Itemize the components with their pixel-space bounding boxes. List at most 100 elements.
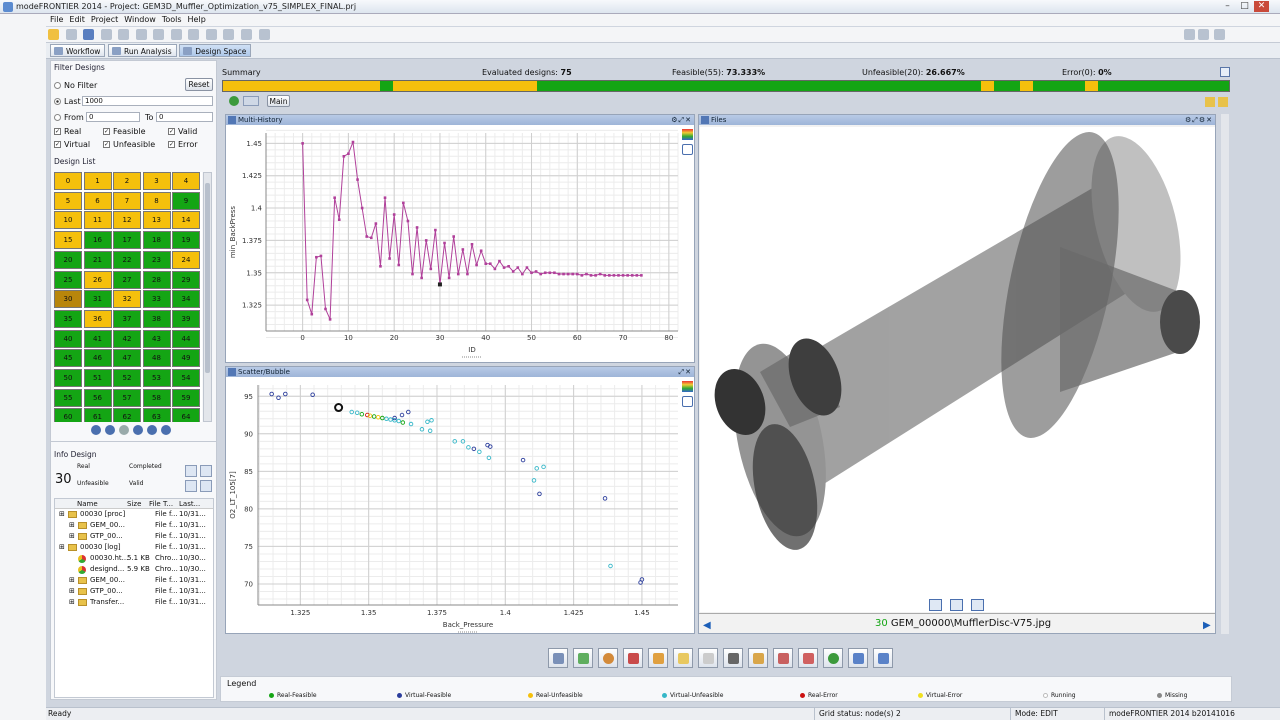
design-cell[interactable]: 36 bbox=[83, 309, 112, 328]
design-cell[interactable]: 38 bbox=[142, 309, 171, 328]
minimize-icon[interactable]: – bbox=[1220, 1, 1235, 12]
check-real[interactable]: ✓ Real bbox=[54, 127, 81, 136]
copy-icon[interactable] bbox=[170, 29, 182, 40]
expand-icon[interactable]: ⊞ bbox=[69, 597, 75, 608]
image-chart-button[interactable] bbox=[723, 648, 743, 668]
tree-row[interactable]: ⊞ 00030 [log] File f... 10/31... bbox=[55, 542, 213, 553]
run-icon[interactable] bbox=[1184, 29, 1195, 40]
design-cell[interactable]: 61 bbox=[83, 408, 112, 422]
expand-icon[interactable]: ⊞ bbox=[69, 531, 75, 542]
design-cell[interactable]: 0 bbox=[54, 172, 82, 190]
design-cell[interactable]: 17 bbox=[113, 231, 141, 250]
design-cell[interactable]: 6 bbox=[83, 191, 112, 210]
design-cell[interactable]: 32 bbox=[113, 290, 141, 309]
import-icon[interactable] bbox=[258, 29, 270, 40]
new-icon[interactable] bbox=[48, 29, 59, 40]
checkbox-valid[interactable]: ✓ bbox=[168, 128, 175, 135]
maximize-icon[interactable]: □ bbox=[1237, 1, 1252, 12]
check-error[interactable]: ✓ Error bbox=[168, 140, 198, 149]
design-cell[interactable]: 25 bbox=[54, 270, 82, 289]
design-cell[interactable]: 45 bbox=[54, 349, 82, 368]
design-cell[interactable]: 1 bbox=[83, 172, 112, 190]
col-last[interactable]: Last... bbox=[179, 500, 200, 508]
col-filetype[interactable]: File T... bbox=[149, 500, 173, 508]
design-cell[interactable]: 29 bbox=[172, 270, 200, 289]
design-cell[interactable]: 51 bbox=[83, 369, 112, 387]
main-tab[interactable]: Main bbox=[267, 95, 290, 107]
table-view-icon[interactable] bbox=[185, 465, 197, 477]
design-cell[interactable]: 62 bbox=[113, 408, 141, 422]
design-list-scrollbar[interactable] bbox=[203, 172, 212, 422]
design-cell[interactable]: 24 bbox=[172, 250, 200, 269]
design-cell[interactable]: 3 bbox=[142, 172, 171, 190]
design-cell[interactable]: 11 bbox=[83, 211, 112, 230]
save-all-icon[interactable] bbox=[100, 29, 112, 40]
table-chart-button[interactable] bbox=[748, 648, 768, 668]
tree-row[interactable]: designd... 5.9 KB Chro... 10/30... bbox=[55, 564, 213, 575]
tab-run-analysis[interactable]: Run Analysis bbox=[108, 44, 177, 57]
design-cell[interactable]: 27 bbox=[113, 270, 141, 289]
export-icon[interactable] bbox=[241, 29, 253, 40]
design-cell[interactable]: 23 bbox=[142, 250, 171, 269]
col-name[interactable]: Name bbox=[77, 500, 98, 508]
reset-button[interactable]: Reset bbox=[185, 78, 213, 91]
pie-chart-button[interactable] bbox=[598, 648, 618, 668]
design-cell[interactable]: 15 bbox=[54, 231, 82, 250]
close-icon[interactable]: ✕ bbox=[1254, 1, 1269, 12]
design-cell[interactable]: 40 bbox=[54, 329, 82, 348]
open-icon[interactable] bbox=[65, 29, 77, 40]
design-cell[interactable]: 35 bbox=[54, 309, 82, 328]
design-cell[interactable]: 13 bbox=[142, 211, 171, 230]
expand-icon[interactable]: ⊞ bbox=[69, 575, 75, 586]
image-fit-icon[interactable] bbox=[971, 599, 984, 611]
design-cell[interactable]: 44 bbox=[172, 329, 200, 348]
from-option[interactable]: From bbox=[54, 113, 84, 122]
table-view-button[interactable] bbox=[873, 648, 893, 668]
tree-row[interactable]: 00030.ht... 5.1 KB Chro... 10/30... bbox=[55, 553, 213, 564]
tab-design-space[interactable]: Design Space bbox=[179, 44, 252, 57]
design-cell[interactable]: 52 bbox=[113, 369, 141, 387]
check-unfeasible[interactable]: ✓ Unfeasible bbox=[103, 140, 155, 149]
design-cell[interactable]: 60 bbox=[54, 408, 82, 422]
scatter-panel-controls[interactable]: ⤢✕ bbox=[679, 367, 692, 377]
design-cell[interactable]: 19 bbox=[172, 231, 200, 250]
tab-workflow[interactable]: Workflow bbox=[50, 44, 106, 57]
design-cell[interactable]: 20 bbox=[54, 250, 82, 269]
files-prev-icon[interactable]: ◀ bbox=[703, 620, 711, 631]
files-panel-controls[interactable]: ⚙⤢⚙✕ bbox=[1185, 115, 1213, 125]
design-cell[interactable]: 4 bbox=[172, 172, 200, 190]
checkbox-feasible[interactable]: ✓ bbox=[103, 128, 110, 135]
check-virtual[interactable]: ✓ Virtual bbox=[54, 140, 90, 149]
scroll-thumb[interactable] bbox=[205, 183, 210, 373]
tree-row[interactable]: ⊞ GTP_00... File f... 10/31... bbox=[55, 586, 213, 597]
design-cell[interactable]: 55 bbox=[54, 388, 82, 407]
help-icon[interactable] bbox=[1214, 29, 1225, 40]
refresh-icon[interactable] bbox=[682, 144, 693, 155]
col-size[interactable]: Size bbox=[127, 500, 141, 508]
parallel-chart-button[interactable] bbox=[648, 648, 668, 668]
paste-icon[interactable] bbox=[188, 29, 200, 40]
menu-help[interactable]: Help bbox=[188, 14, 206, 26]
design-cell[interactable]: 53 bbox=[142, 369, 171, 387]
design-cell[interactable]: 18 bbox=[142, 231, 171, 250]
from-radio[interactable] bbox=[54, 114, 61, 121]
last-radio[interactable] bbox=[54, 98, 61, 105]
checkbox-error[interactable]: ✓ bbox=[168, 141, 175, 148]
design-cell[interactable]: 26 bbox=[83, 270, 112, 289]
design-cell[interactable]: 48 bbox=[142, 349, 171, 368]
design-cell[interactable]: 34 bbox=[172, 290, 200, 309]
details-icon[interactable] bbox=[185, 480, 197, 492]
design-cell[interactable]: 30 bbox=[54, 290, 82, 309]
design-cell[interactable]: 14 bbox=[172, 211, 200, 230]
image-zoom-out-icon[interactable] bbox=[950, 599, 963, 611]
last-input[interactable]: 1000 bbox=[82, 96, 213, 106]
pause-icon[interactable] bbox=[133, 425, 143, 435]
grid-view-button[interactable] bbox=[848, 648, 868, 668]
checkbox-unfeasible[interactable]: ✓ bbox=[103, 141, 110, 148]
design-cell[interactable]: 47 bbox=[113, 349, 141, 368]
tree-row[interactable]: ⊞ GEM_00... File f... 10/31... bbox=[55, 575, 213, 586]
bubble-chart-button[interactable] bbox=[673, 648, 693, 668]
design-cell[interactable]: 59 bbox=[172, 388, 200, 407]
bar-chart-button[interactable] bbox=[623, 648, 643, 668]
menu-edit[interactable]: Edit bbox=[69, 14, 85, 26]
